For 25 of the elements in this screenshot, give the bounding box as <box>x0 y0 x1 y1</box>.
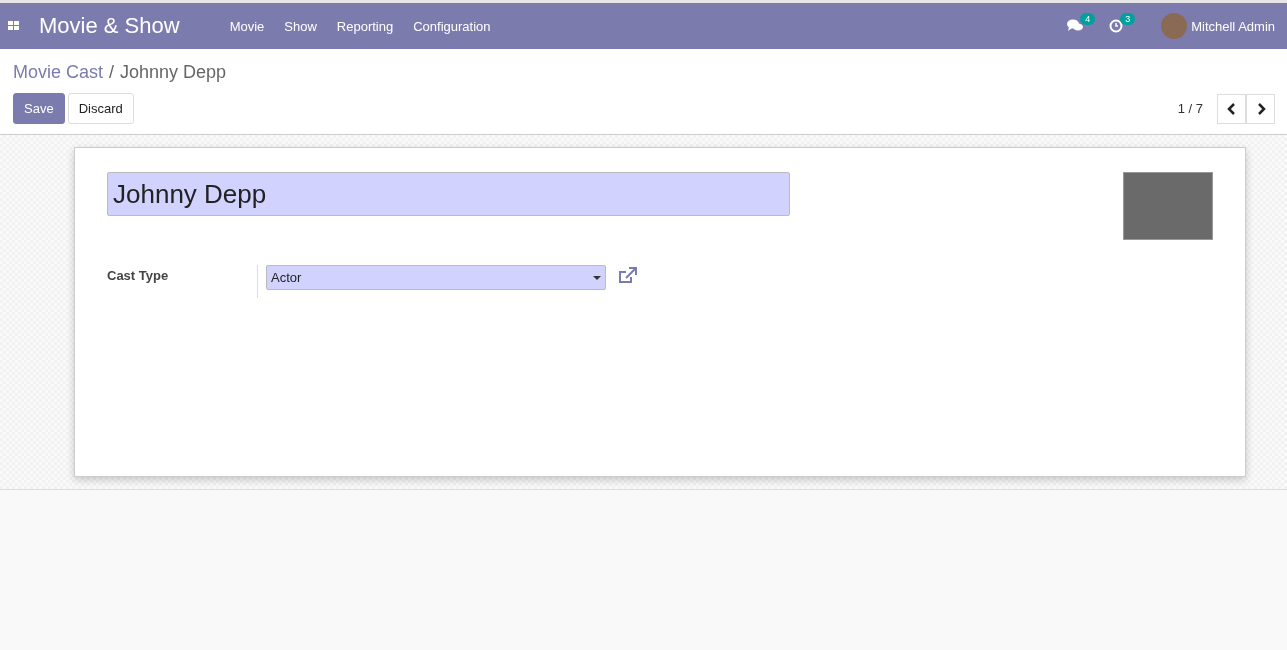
name-input-field[interactable]: Johnny Depp <box>107 172 790 216</box>
breadcrumb-separator: / <box>109 62 115 83</box>
discard-button[interactable]: Discard <box>67 93 134 124</box>
menu-item[interactable]: Reporting <box>326 18 404 34</box>
count-badge: 3 <box>1120 13 1136 25</box>
next-button[interactable] <box>1246 93 1275 124</box>
breadcrumb-current: Johnny Depp <box>120 62 227 83</box>
field-label: Cast Type <box>107 267 170 285</box>
save-button[interactable]: Save <box>13 93 65 124</box>
apps-menu-icon[interactable] <box>8 21 20 31</box>
previous-button[interactable] <box>1217 93 1246 124</box>
chevron-left-icon <box>1226 102 1237 115</box>
breadcrumb-link[interactable]: Movie Cast <box>13 62 104 83</box>
select-field[interactable]: Actor <box>266 265 606 290</box>
menu-item[interactable]: Movie <box>219 18 275 34</box>
clock-icon[interactable] <box>1109 19 1124 33</box>
chat-icon[interactable] <box>1067 19 1084 33</box>
menu-item[interactable]: Configuration <box>403 18 501 34</box>
chevron-right-icon <box>1255 102 1266 115</box>
menu-item[interactable]: Show <box>274 18 327 34</box>
pager-value: 1 / 7 <box>1177 101 1203 116</box>
external-link-icon[interactable] <box>618 267 638 285</box>
count-badge: 4 <box>1080 13 1096 25</box>
app-title: Movie & Show <box>39 13 180 39</box>
user-name[interactable]: Mitchell Admin <box>1191 18 1275 34</box>
